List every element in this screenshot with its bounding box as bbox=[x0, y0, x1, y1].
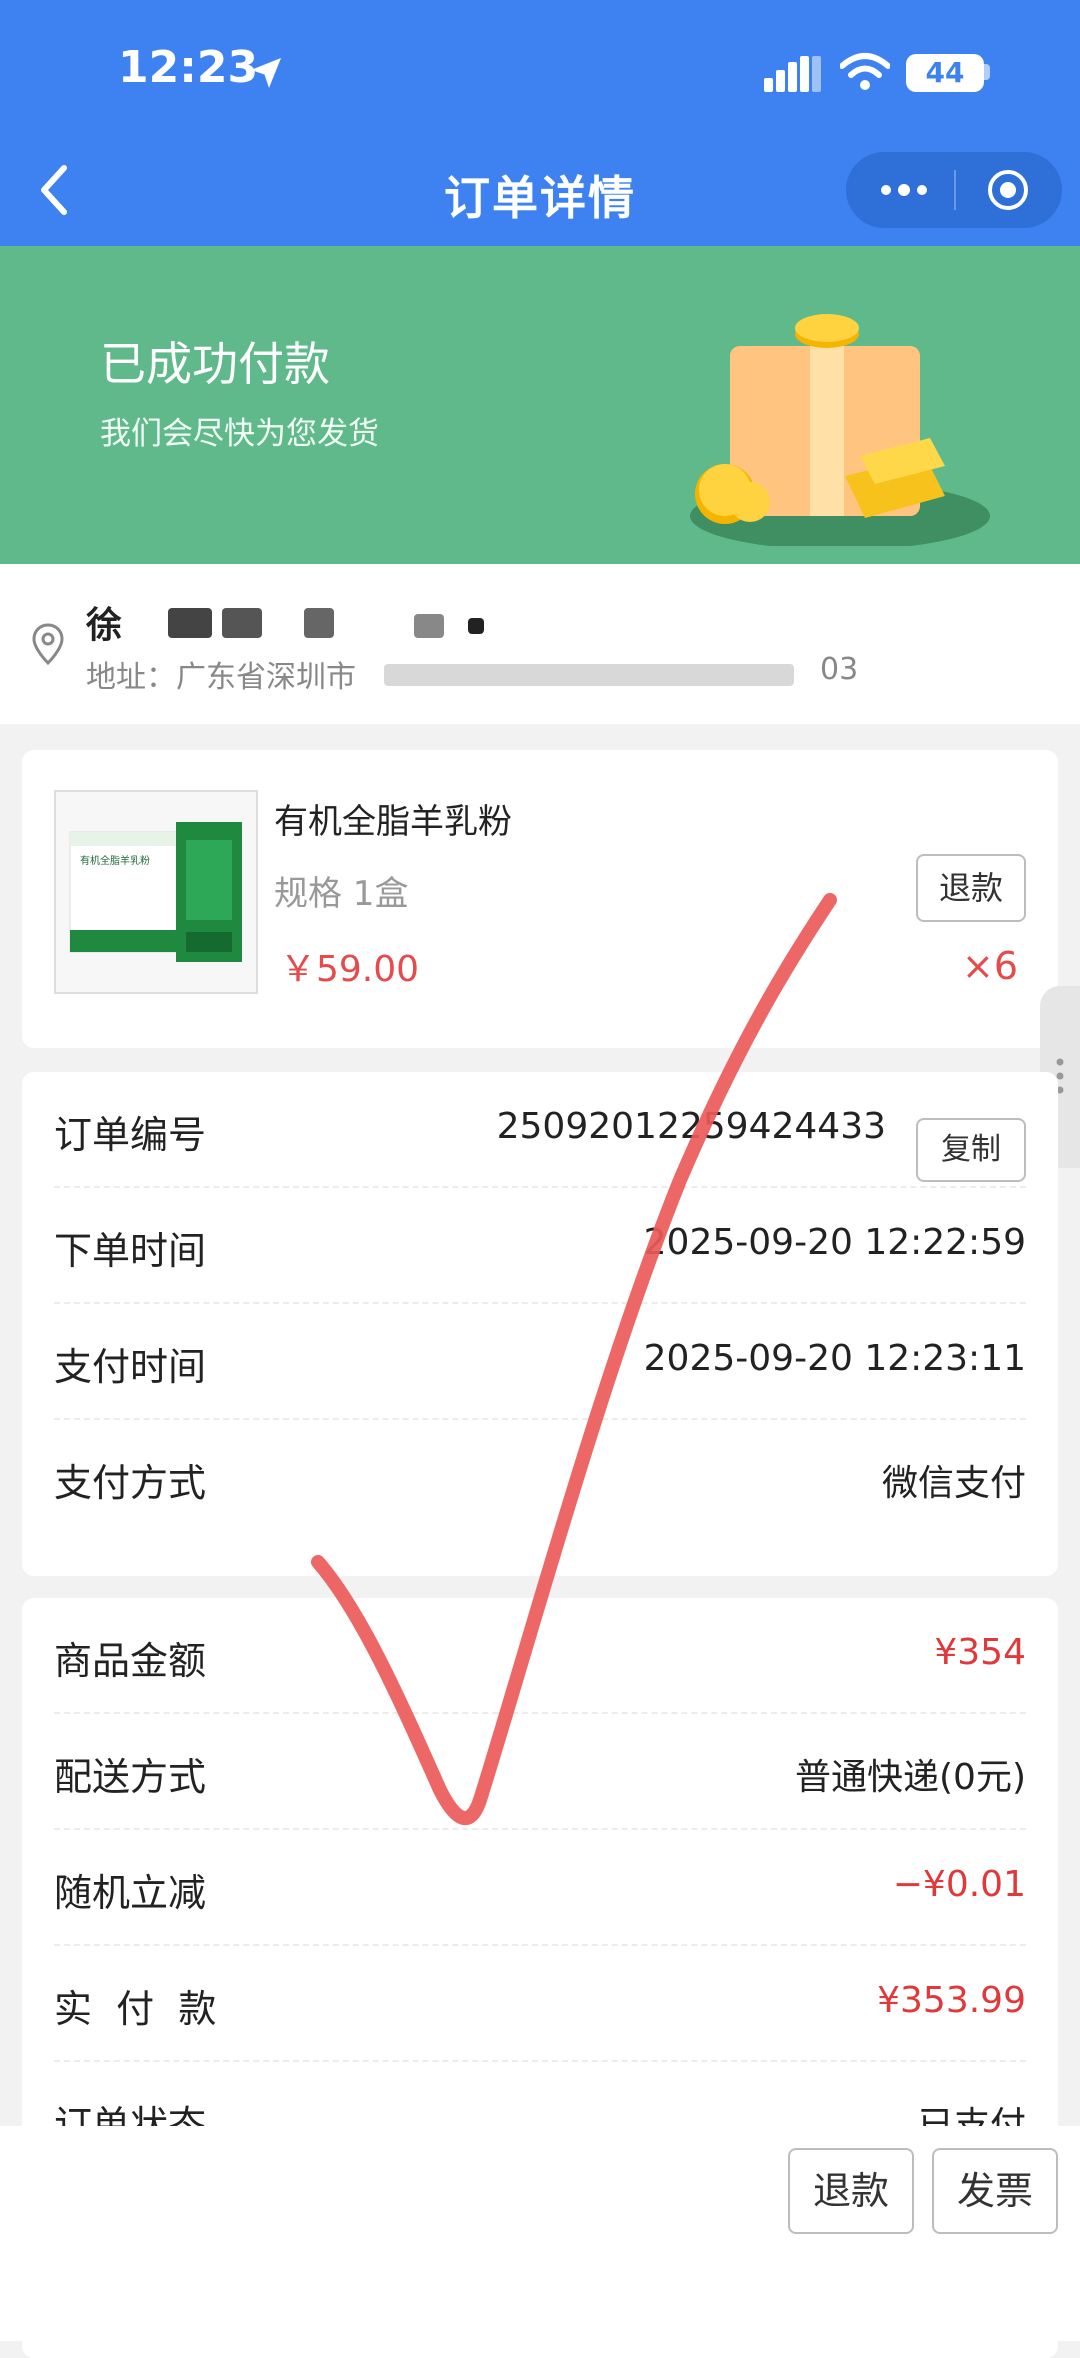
order-info-card: 订单编号 25092012259424433 复制 下单时间 2025-09-2… bbox=[22, 1072, 1058, 1576]
address-suffix: 03 bbox=[820, 652, 859, 687]
top-bar: 12:23 44 订单详情 bbox=[0, 0, 1080, 246]
shipping-address-card[interactable]: 徐 地址：广东省深圳市 03 bbox=[0, 564, 1080, 724]
more-dots-icon[interactable] bbox=[878, 178, 930, 202]
payment-status-title: 已成功付款 bbox=[100, 337, 330, 391]
close-target-icon[interactable] bbox=[986, 168, 1030, 212]
redacted-block bbox=[168, 608, 212, 638]
svg-text:有机全脂羊乳粉: 有机全脂羊乳粉 bbox=[80, 854, 150, 867]
pay-method-row: 支付方式 微信支付 bbox=[54, 1420, 1026, 1534]
goods-amount-value: ¥354 bbox=[934, 1632, 1026, 1673]
paid-amount-row: 实 付 款 ¥353.99 bbox=[54, 1946, 1026, 2062]
product-spec: 规格 1盒 bbox=[274, 874, 409, 914]
redacted-block bbox=[304, 608, 334, 638]
row-label: 配送方式 bbox=[54, 1755, 207, 1799]
row-label: 下单时间 bbox=[54, 1229, 207, 1273]
pay-time-value: 2025-09-20 12:23:11 bbox=[643, 1338, 1026, 1379]
row-label: 实 付 款 bbox=[54, 1987, 217, 2031]
location-pin-icon bbox=[32, 623, 64, 666]
product-price: ￥59.00 bbox=[280, 949, 420, 990]
goods-amount-row: 商品金额 ¥354 bbox=[54, 1598, 1026, 1714]
row-label: 随机立减 bbox=[54, 1871, 207, 1915]
order-number-row: 订单编号 25092012259424433 bbox=[54, 1072, 1026, 1188]
paid-amount-value: ¥353.99 bbox=[877, 1980, 1026, 2021]
discount-value: −¥0.01 bbox=[892, 1864, 1026, 1905]
payment-status-subtitle: 我们会尽快为您发货 bbox=[100, 416, 379, 452]
row-label: 商品金额 bbox=[54, 1639, 207, 1683]
location-arrow-icon bbox=[251, 58, 281, 88]
order-number-value: 25092012259424433 bbox=[496, 1106, 886, 1147]
order-time-value: 2025-09-20 12:22:59 bbox=[643, 1222, 1026, 1263]
milk-powder-package-icon: 有机全脂羊乳粉 bbox=[69, 822, 242, 962]
row-label: 支付方式 bbox=[54, 1461, 207, 1505]
product-quantity: ×6 bbox=[962, 944, 1019, 988]
recipient-name: 徐 bbox=[86, 605, 123, 646]
miniprogram-capsule bbox=[846, 152, 1062, 228]
pay-time-row: 支付时间 2025-09-20 12:23:11 bbox=[54, 1304, 1026, 1420]
refund-button[interactable]: 退款 bbox=[788, 2148, 914, 2234]
pay-method-value: 微信支付 bbox=[881, 1463, 1026, 1504]
wifi-icon bbox=[840, 53, 890, 90]
status-time: 12:23 bbox=[118, 42, 259, 93]
product-name: 有机全脂羊乳粉 bbox=[274, 802, 512, 842]
bottom-action-bar: 退款 发票 bbox=[0, 2126, 1080, 2341]
battery-tip bbox=[984, 64, 990, 80]
delivery-value: 普通快递(0元) bbox=[795, 1757, 1026, 1798]
discount-row: 随机立减 −¥0.01 bbox=[54, 1830, 1026, 1946]
invoice-button[interactable]: 发票 bbox=[932, 2148, 1058, 2234]
redacted-block bbox=[468, 618, 484, 634]
item-refund-button[interactable]: 退款 bbox=[916, 854, 1026, 922]
payment-success-banner: 已成功付款 我们会尽快为您发货 bbox=[0, 246, 1080, 564]
address-prefix: 地址：广东省深圳市 bbox=[86, 660, 356, 695]
battery-indicator: 44 bbox=[906, 54, 984, 92]
redacted-block bbox=[222, 608, 262, 638]
copy-order-number-button[interactable]: 复制 bbox=[916, 1118, 1026, 1182]
order-time-row: 下单时间 2025-09-20 12:22:59 bbox=[54, 1188, 1026, 1304]
delivery-row: 配送方式 普通快递(0元) bbox=[54, 1714, 1026, 1830]
row-label: 订单编号 bbox=[54, 1113, 207, 1157]
product-card[interactable]: 有机全脂羊乳粉 有机全脂羊乳粉 规格 1盒 ￥59.00 退款 ×6 bbox=[22, 750, 1058, 1048]
product-image: 有机全脂羊乳粉 bbox=[54, 790, 258, 994]
cellular-signal-icon bbox=[764, 56, 821, 92]
gift-box-icon bbox=[690, 314, 990, 546]
capsule-divider bbox=[954, 170, 956, 210]
redacted-address bbox=[384, 664, 794, 686]
row-label: 支付时间 bbox=[54, 1345, 207, 1389]
redacted-block bbox=[414, 614, 444, 638]
